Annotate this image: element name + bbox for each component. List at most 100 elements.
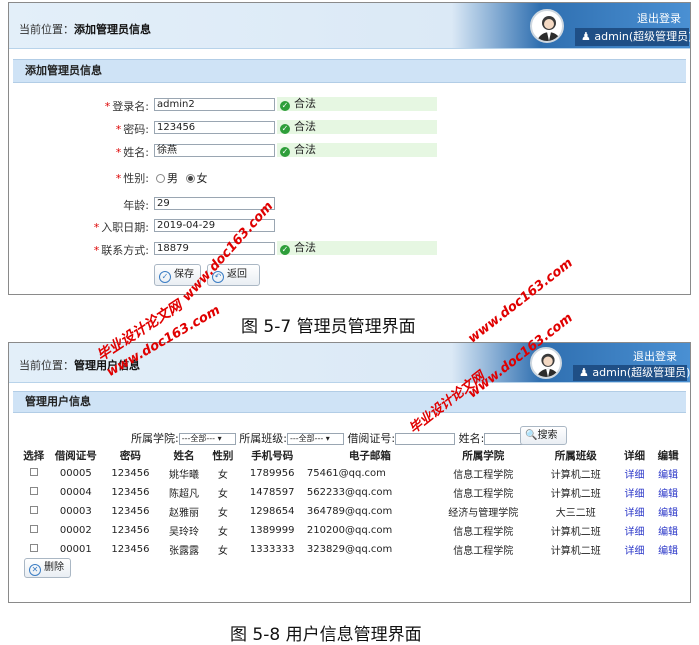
breadcrumb: 当前位置：添加管理员信息: [19, 21, 151, 37]
row-checkbox[interactable]: [17, 540, 51, 559]
detail-link[interactable]: 详细: [618, 483, 652, 502]
row-checkbox[interactable]: [17, 521, 51, 540]
cell-college: 信息工程学院: [453, 546, 514, 557]
cell-phone: 1298654: [249, 506, 295, 517]
edit-link[interactable]: 编辑: [651, 540, 685, 559]
col-select: 选择: [23, 450, 45, 462]
col-detail: 详细: [624, 450, 646, 462]
breadcrumb-prefix: 当前位置：: [19, 23, 74, 36]
col-name: 姓名: [173, 450, 195, 462]
cell-class: 大三二班: [555, 508, 596, 519]
search-button[interactable]: 🔍搜索: [520, 426, 567, 445]
cell-email: 210200@qq.com: [306, 525, 393, 536]
search-icon: 🔍: [525, 430, 538, 441]
cell-password: 123456: [111, 544, 150, 555]
login-name-input[interactable]: admin2: [154, 98, 275, 111]
edit-link[interactable]: 编辑: [651, 483, 685, 502]
admin-user-badge[interactable]: ♟ admin(超级管理员): [573, 365, 690, 381]
detail-link[interactable]: 详细: [618, 540, 652, 559]
row-checkbox[interactable]: [17, 464, 51, 483]
gender-male-radio[interactable]: [156, 174, 165, 183]
cell-gender: 女: [217, 508, 228, 519]
row-checkbox[interactable]: [17, 502, 51, 521]
detail-link[interactable]: 详细: [618, 521, 652, 540]
cell-phone: 1478597: [249, 487, 295, 498]
cell-college: 信息工程学院: [453, 470, 514, 481]
col-password: 密码: [119, 450, 141, 462]
cell-password: 123456: [111, 506, 150, 517]
name-input[interactable]: 徐燕: [154, 144, 275, 157]
checkbox-icon[interactable]: [29, 544, 38, 552]
user-icon: ♟: [579, 366, 589, 379]
row-checkbox[interactable]: [17, 483, 51, 502]
name-valid-hint: ✓ 合法: [277, 143, 437, 157]
password-input[interactable]: 123456: [154, 121, 275, 134]
cell-gender: 女: [217, 527, 228, 538]
table-row: 00001 123456 张露露 女 1333333 323829@qq.com 信息工程学…: [17, 540, 685, 559]
cell-password: 123456: [111, 525, 150, 536]
contact-input[interactable]: 18879: [154, 242, 275, 255]
field-label-password: * 密码:: [115, 123, 149, 136]
college-select[interactable]: ---全部--- ▾: [178, 433, 236, 445]
col-college: 所属学院: [462, 450, 505, 462]
field-label-contact: * 联系方式:: [93, 244, 149, 257]
cell-name: 张露露: [168, 546, 199, 557]
gender-female-radio[interactable]: [185, 174, 195, 183]
admin-user-badge[interactable]: ♟ admin(超级管理员): [575, 28, 691, 46]
user-table: 选择 借阅证号 密码 姓名 性别 手机号码 电子邮箱 所属学院 所属班级 详细 …: [17, 447, 685, 559]
cell-phone: 1333333: [249, 544, 295, 555]
card-number-input[interactable]: [395, 433, 456, 445]
gender-radio-group: 男 女: [156, 170, 208, 186]
col-class: 所属班级: [554, 450, 597, 462]
logout-link[interactable]: 退出登录: [633, 348, 677, 364]
edit-link[interactable]: 编辑: [651, 502, 685, 521]
checkbox-icon[interactable]: [29, 506, 38, 514]
cell-password: 123456: [111, 468, 150, 479]
admin-label: admin(超级管理员): [594, 30, 691, 43]
class-select[interactable]: ---全部--- ▾: [286, 433, 344, 445]
cell-class: 计算机二班: [550, 489, 601, 500]
col-card-number: 借阅证号: [54, 450, 97, 462]
cell-email: 364789@qq.com: [306, 506, 393, 517]
field-label-login: * 登录名:: [104, 100, 149, 113]
edit-link[interactable]: 编辑: [651, 464, 685, 483]
cell-phone: 1789956: [249, 468, 295, 479]
cell-phone: 1389999: [249, 525, 295, 536]
user-manage-screenshot: 当前位置：管理用户信息 退出登录 ♟ admin(超级管理员) 管理用户信息 所…: [8, 342, 691, 603]
cell-college: 经济与管理学院: [448, 508, 519, 519]
check-icon: ✓: [280, 124, 290, 134]
avatar: [530, 9, 564, 43]
breadcrumb-current: 添加管理员信息: [74, 23, 151, 36]
delete-button[interactable]: ✕ 删除: [24, 558, 71, 578]
cell-password: 123456: [111, 487, 150, 498]
cell-card-number: 00005: [59, 468, 92, 479]
detail-link[interactable]: 详细: [618, 502, 652, 521]
college-filter-label: 所属学院:: [131, 432, 179, 445]
check-icon: ✓: [280, 101, 290, 111]
cell-gender: 女: [217, 470, 228, 481]
checkbox-icon[interactable]: [29, 525, 38, 533]
field-label-name: * 姓名:: [115, 146, 149, 159]
name-filter-label: 姓名:: [458, 432, 485, 445]
cell-email: 75461@qq.com: [306, 468, 386, 479]
gender-female-label: 女: [196, 172, 208, 185]
checkbox-icon[interactable]: [29, 487, 38, 495]
delete-x-icon: ✕: [29, 564, 41, 576]
detail-link[interactable]: 详细: [618, 464, 652, 483]
cell-email: 323829@qq.com: [306, 544, 393, 555]
col-edit: 编辑: [657, 450, 679, 462]
admin-add-screenshot: 当前位置：添加管理员信息 退出登录 ♟ admin(超级管理员) 添加管理员信息…: [8, 2, 691, 295]
user-avatar-icon: [536, 353, 560, 377]
cell-email: 562233@qq.com: [306, 487, 393, 498]
table-row: 00003 123456 赵雅丽 女 1298654 364789@qq.com 经济与管理…: [17, 502, 685, 521]
logout-link[interactable]: 退出登录: [637, 10, 681, 26]
table-row: 00002 123456 吴玲玲 女 1389999 210200@qq.com 信息工程学…: [17, 521, 685, 540]
checkbox-icon[interactable]: [29, 468, 38, 476]
cell-card-number: 00004: [59, 487, 92, 498]
breadcrumb-prefix: 当前位置：: [19, 359, 74, 372]
edit-link[interactable]: 编辑: [651, 521, 685, 540]
cell-college: 信息工程学院: [453, 489, 514, 500]
field-label-age: 年龄:: [123, 199, 149, 212]
section-title: 添加管理员信息: [13, 59, 686, 83]
card-filter-label: 借阅证号:: [347, 432, 396, 445]
